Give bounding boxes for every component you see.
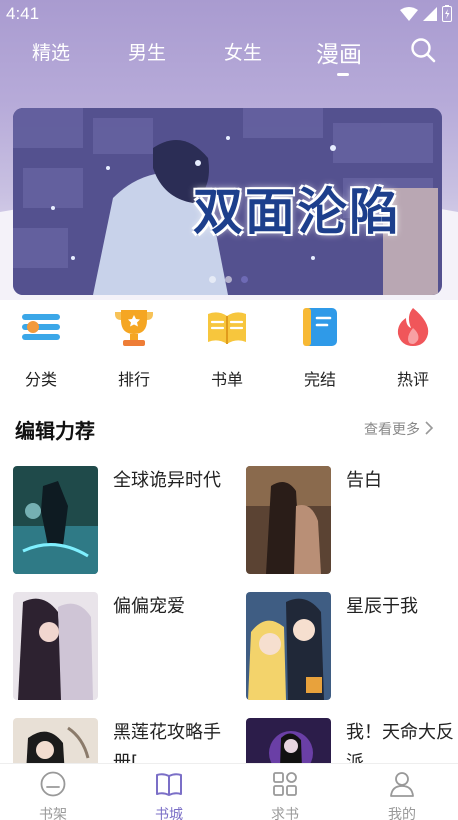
category-hot-reviews[interactable]: 热评: [373, 306, 453, 390]
category-label: 排行: [117, 370, 150, 389]
status-time: 4:41: [6, 4, 40, 23]
banner-title: 双面沦陷: [193, 183, 401, 241]
book-card[interactable]: 星辰于我: [246, 592, 458, 702]
featured-banner[interactable]: 双面沦陷: [13, 108, 442, 295]
status-icons: [400, 5, 452, 22]
book-title: 全球诡异时代: [113, 470, 221, 491]
search-button[interactable]: [410, 37, 436, 63]
signal-icon: [423, 6, 437, 21]
tab-female[interactable]: 女生: [224, 38, 262, 65]
category-classify[interactable]: 分类: [1, 306, 81, 390]
book-cover: [246, 592, 331, 700]
category-ranking[interactable]: 排行: [94, 306, 174, 390]
pagination-dot: [209, 276, 216, 283]
book-cover: [13, 466, 98, 574]
bottom-nav-request[interactable]: 求书: [255, 770, 315, 820]
category-booklist[interactable]: 书单: [187, 306, 267, 390]
category-icon: [22, 314, 60, 340]
pagination-dot-active: [241, 276, 248, 283]
top-nav: 精选 男生 女生 漫画: [0, 34, 458, 78]
category-label: 分类: [24, 370, 57, 389]
category-row: 分类 排行 书单 完结 热评: [0, 306, 458, 396]
wifi-icon: [400, 6, 418, 21]
book-cover: [13, 592, 98, 700]
chevron-right-icon: [425, 421, 434, 435]
book-cover: [246, 466, 331, 574]
trophy-icon: [115, 310, 153, 346]
section-title: 编辑力荐: [15, 419, 95, 443]
bottom-nav-label: 求书: [271, 807, 299, 820]
bottom-nav-bookstore[interactable]: 书城: [139, 770, 199, 820]
user-icon: [390, 772, 414, 797]
bottom-nav-label: 书架: [39, 807, 67, 820]
category-label: 完结: [303, 370, 336, 389]
banner-pagination: [209, 276, 248, 283]
bottom-nav-bookshelf[interactable]: 书架: [23, 770, 83, 820]
book-title: 星辰于我: [346, 596, 418, 617]
tab-featured[interactable]: 精选: [32, 38, 70, 65]
see-more-label: 查看更多: [364, 422, 420, 438]
battery-icon: [442, 5, 452, 22]
open-book-icon: [208, 312, 246, 344]
tab-male[interactable]: 男生: [128, 38, 166, 65]
see-more-link[interactable]: 查看更多: [364, 419, 434, 439]
active-tab-indicator: [337, 73, 349, 76]
book-title: 告白: [346, 470, 382, 491]
tab-comics[interactable]: 漫画: [316, 35, 362, 69]
category-finished[interactable]: 完结: [280, 306, 360, 390]
category-label: 热评: [396, 370, 429, 389]
bottom-nav: 书架 书城 求书 我的: [0, 763, 458, 820]
bookstore-icon: [156, 773, 182, 796]
book-card[interactable]: 全球诡异时代: [13, 466, 233, 576]
status-bar: 4:41: [0, 0, 458, 28]
bottom-nav-label: 书城: [155, 807, 183, 820]
flame-icon: [397, 308, 429, 346]
book-title: 偏偏宠爱: [113, 596, 185, 617]
search-icon: [411, 38, 436, 63]
finished-book-icon: [303, 308, 337, 346]
bottom-nav-profile[interactable]: 我的: [372, 770, 432, 820]
category-label: 书单: [210, 370, 243, 389]
bottom-nav-label: 我的: [388, 807, 416, 820]
book-card[interactable]: 告白: [246, 466, 458, 576]
bookshelf-icon: [40, 771, 66, 797]
pagination-dot: [225, 276, 232, 283]
book-card[interactable]: 偏偏宠爱: [13, 592, 233, 702]
grid-icon: [273, 772, 297, 796]
